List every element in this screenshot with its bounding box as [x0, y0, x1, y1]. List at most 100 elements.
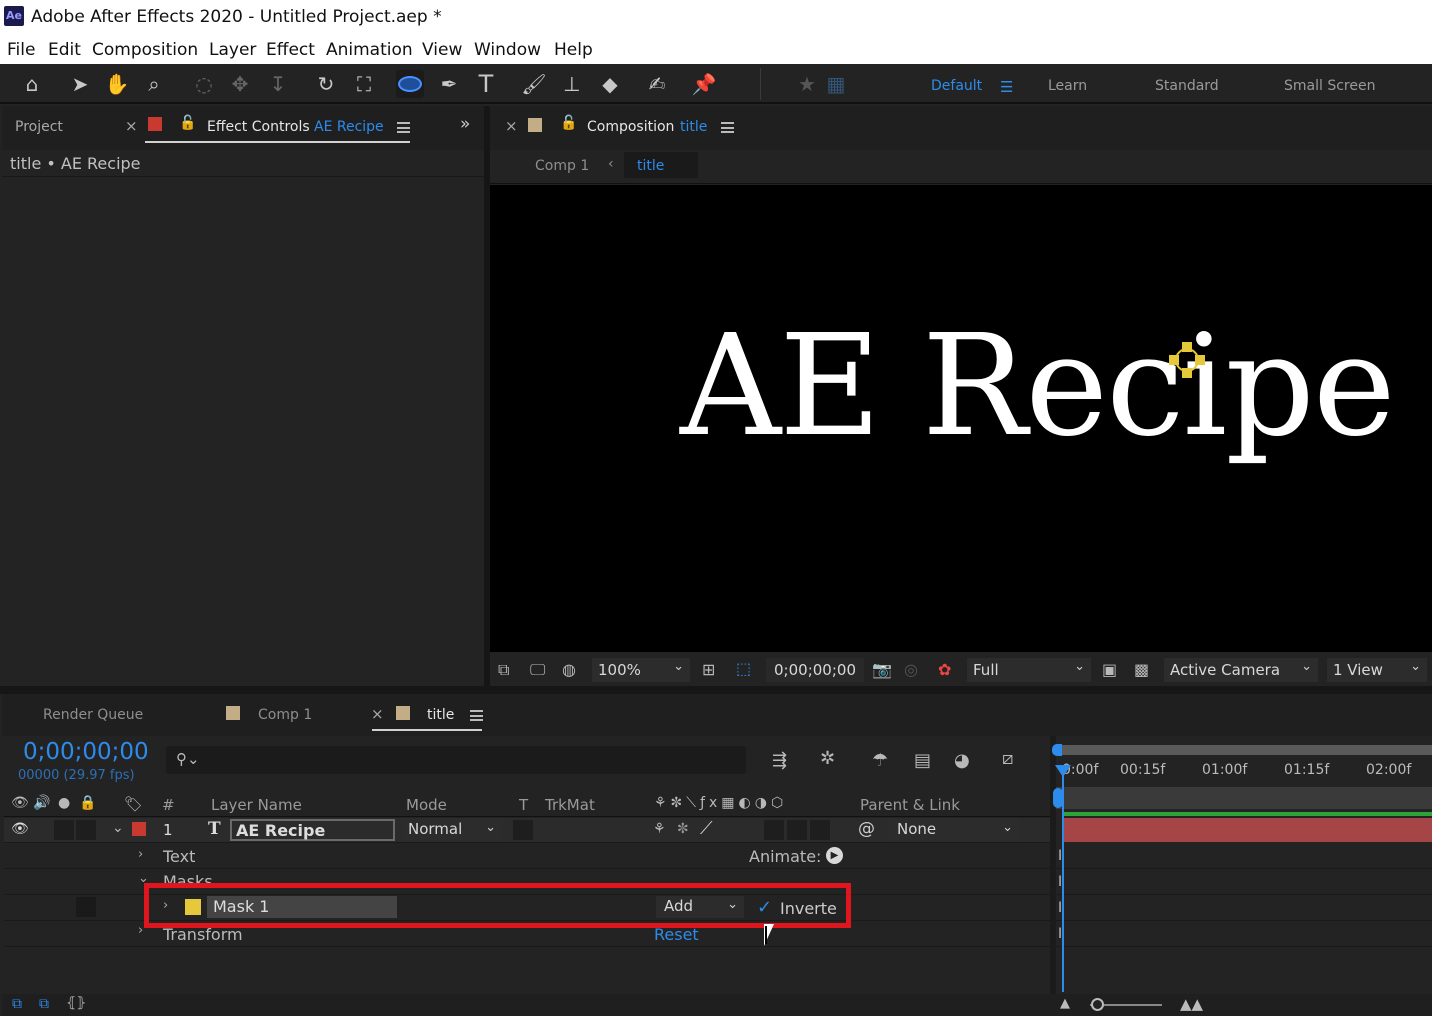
chevron-right-icon[interactable]: ›: [138, 847, 143, 862]
snapshot-icon[interactable]: 📷: [872, 660, 892, 679]
motion-blur-icon[interactable]: ◕: [954, 750, 970, 771]
zoom-tool-icon[interactable]: ⌕: [140, 70, 168, 98]
composition-mini-flowchart-icon[interactable]: ⇶: [772, 750, 787, 771]
home-icon[interactable]: ⌂: [18, 70, 46, 98]
type-tool-icon[interactable]: T: [472, 70, 500, 98]
menu-file[interactable]: File: [7, 40, 35, 60]
pan-tool-icon[interactable]: ✥: [226, 70, 254, 98]
layer-switches-toggle-icon[interactable]: ⧉: [12, 996, 22, 1012]
menu-animation[interactable]: Animation: [326, 40, 413, 60]
menu-view[interactable]: View: [422, 40, 462, 60]
eye-icon[interactable]: 👁: [11, 821, 29, 837]
layer-name-field[interactable]: AE Recipe: [230, 819, 395, 841]
rotate-tool-icon[interactable]: ↻: [312, 70, 340, 98]
pan-behind-tool-icon[interactable]: ⛶: [350, 70, 378, 98]
composition-viewer[interactable]: AE Recipe: [490, 185, 1432, 652]
magnification-dropdown[interactable]: 100% ⌄: [592, 658, 690, 682]
ellipse-tool-icon[interactable]: [396, 70, 424, 98]
draft-3d-icon[interactable]: ✲: [820, 748, 835, 769]
mask-visibility-icon[interactable]: ◍: [562, 660, 576, 679]
tab-composition[interactable]: Composition: [587, 119, 674, 135]
workspace-standard[interactable]: Standard: [1155, 78, 1219, 94]
column-parent-link[interactable]: Parent & Link: [860, 796, 960, 814]
view-layout-dropdown[interactable]: 1 View ⌄: [1327, 658, 1427, 682]
shy-switch-icon[interactable]: ⚘: [653, 821, 666, 837]
transfer-controls-toggle-icon[interactable]: ⧉: [39, 996, 49, 1012]
tab-title[interactable]: title: [427, 707, 454, 723]
graph-editor-icon[interactable]: ⧄: [1002, 748, 1013, 769]
quality-switch-icon[interactable]: ⟋: [700, 818, 713, 839]
channels-icon[interactable]: ✿: [938, 660, 951, 679]
menu-effect[interactable]: Effect: [266, 40, 315, 60]
track-matte-toggle[interactable]: [513, 820, 533, 840]
label-tag-icon[interactable]: 🏷: [124, 795, 143, 813]
motion-blur-switch[interactable]: [764, 820, 784, 840]
eye-icon[interactable]: 👁: [11, 795, 29, 811]
mask-toggle-icon[interactable]: ⬚: [736, 659, 751, 678]
work-area-start-handle[interactable]: [1052, 744, 1062, 756]
in-out-toggle-icon[interactable]: ⦃⦄: [66, 995, 87, 1011]
clone-stamp-tool-icon[interactable]: ⊥: [558, 70, 586, 98]
mask-lock-toggle[interactable]: [76, 897, 96, 917]
layer-search-input[interactable]: [166, 746, 746, 774]
menu-composition[interactable]: Composition: [92, 40, 198, 60]
breadcrumb-comp1[interactable]: Comp 1: [535, 158, 589, 174]
monitor-icon[interactable]: 🖵: [530, 660, 545, 680]
workspace-learn[interactable]: Learn: [1048, 78, 1087, 94]
lock-icon[interactable]: 🔒: [79, 795, 96, 811]
orbit-tool-icon[interactable]: ◌: [190, 70, 218, 98]
workspace-default[interactable]: Default: [931, 78, 982, 94]
menu-edit[interactable]: Edit: [48, 40, 81, 60]
always-preview-icon[interactable]: ⧉: [498, 660, 509, 680]
chevron-down-icon[interactable]: ⌄: [112, 820, 124, 836]
collapse-switch-icon[interactable]: ✼: [677, 821, 689, 837]
column-layer-name[interactable]: Layer Name: [211, 796, 302, 814]
blend-mode-dropdown[interactable]: Normal ⌄: [402, 819, 502, 841]
zoom-out-icon[interactable]: ▲: [1060, 996, 1070, 1011]
audio-toggle[interactable]: [54, 820, 74, 840]
workspace-small-screen[interactable]: Small Screen: [1284, 78, 1375, 94]
composition-name[interactable]: title: [680, 119, 707, 135]
close-icon[interactable]: ×: [505, 117, 518, 135]
eraser-tool-icon[interactable]: ◆: [596, 70, 624, 98]
tab-comp1[interactable]: Comp 1: [258, 707, 312, 723]
workspace-menu-icon[interactable]: ☰: [1000, 78, 1013, 96]
panel-menu-icon[interactable]: [397, 122, 410, 133]
show-snapshot-icon[interactable]: ◎: [904, 660, 918, 679]
panel-menu-icon[interactable]: [470, 710, 483, 721]
layer-label-swatch[interactable]: [132, 822, 146, 836]
selection-tool-icon[interactable]: ➤: [66, 70, 94, 98]
transparency-grid-icon[interactable]: ▩: [1134, 660, 1149, 679]
adjustment-switch[interactable]: [787, 820, 807, 840]
hand-tool-icon[interactable]: ✋: [103, 70, 131, 98]
pen-tool-icon[interactable]: ✒: [435, 70, 463, 98]
camera-dropdown[interactable]: Active Camera ⌄: [1164, 658, 1318, 682]
close-icon[interactable]: ×: [125, 117, 138, 135]
menu-layer[interactable]: Layer: [209, 40, 256, 60]
chevron-right-icon[interactable]: ›: [138, 923, 143, 938]
pick-whip-icon[interactable]: @: [858, 819, 875, 839]
zoom-slider-knob[interactable]: [1091, 998, 1104, 1011]
shy-layers-icon[interactable]: ☂: [872, 750, 888, 771]
work-area-bar[interactable]: [1060, 745, 1432, 755]
fast-previews-icon[interactable]: ▣: [1102, 660, 1117, 679]
layer-duration-bar[interactable]: [1062, 818, 1432, 842]
playhead-handle[interactable]: [1055, 765, 1071, 777]
solo-icon[interactable]: ●: [58, 795, 70, 811]
tab-render-queue[interactable]: Render Queue: [43, 707, 143, 723]
timeline-current-time[interactable]: 0;00;00;00: [23, 739, 149, 765]
frame-blending-icon[interactable]: ▤: [914, 750, 931, 771]
animate-play-icon[interactable]: ▶: [826, 847, 843, 864]
panel-menu-icon[interactable]: [721, 122, 734, 133]
column-mode[interactable]: Mode: [406, 796, 447, 814]
3d-layer-switch[interactable]: [810, 820, 830, 840]
lock-icon[interactable]: 🔓: [179, 115, 196, 131]
solo-toggle[interactable]: [76, 820, 96, 840]
column-trkmat[interactable]: TrkMat: [545, 796, 595, 814]
snapping-icon[interactable]: ▦: [822, 70, 850, 98]
expand-panels-icon[interactable]: »: [460, 114, 470, 134]
tab-project[interactable]: Project: [15, 119, 63, 135]
menu-help[interactable]: Help: [554, 40, 593, 60]
brush-tool-icon[interactable]: 🖌: [520, 70, 548, 98]
parent-dropdown[interactable]: None ⌄: [889, 819, 1019, 841]
